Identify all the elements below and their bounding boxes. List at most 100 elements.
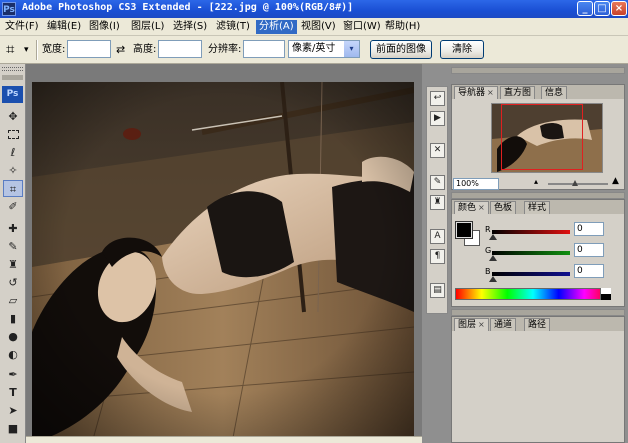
menu-layer[interactable]: 图层(L)	[128, 20, 167, 34]
menu-help[interactable]: 帮助(H)	[382, 20, 423, 34]
navigator-zoom-value: 100%	[456, 179, 479, 188]
blur-tool-icon[interactable]: ●	[3, 328, 23, 345]
dodge-tool-icon[interactable]: ◐	[3, 346, 23, 363]
character-panel-icon[interactable]: A	[430, 229, 445, 244]
green-slider-thumb[interactable]	[489, 255, 497, 261]
resolution-unit-select[interactable]: 像素/英寸 ▾	[288, 40, 360, 58]
history-panel-icon[interactable]: ↩	[430, 91, 445, 106]
clear-button[interactable]: 清除	[440, 40, 484, 59]
navigator-view-box[interactable]	[501, 104, 583, 170]
crop-icon[interactable]: ⌗	[6, 40, 14, 58]
brush-tool-icon[interactable]: ✎	[3, 238, 23, 255]
shape-tool-icon[interactable]: ■	[3, 420, 23, 437]
color-panel-header[interactable]	[451, 192, 625, 199]
color-spectrum-ramp[interactable]	[455, 288, 611, 300]
tab-histogram[interactable]: 直方图	[500, 86, 536, 99]
actions-panel-icon[interactable]: ▶	[430, 111, 445, 126]
paragraph-panel-icon[interactable]: ¶	[430, 249, 445, 264]
pen-tool-icon[interactable]: ✒	[3, 366, 23, 383]
height-label: 高度:	[133, 44, 157, 55]
red-channel-label: R	[485, 225, 491, 234]
status-bar	[26, 436, 422, 443]
tab-channels[interactable]: 通道	[490, 318, 517, 331]
eyedropper-tool-icon[interactable]: ✐	[3, 198, 23, 215]
tab-swatches[interactable]: 色板	[490, 201, 517, 214]
type-tool-icon[interactable]: T	[3, 384, 23, 401]
panel-grip[interactable]	[2, 67, 23, 71]
ramp-black-swatch[interactable]	[600, 294, 611, 300]
photoshop-logo[interactable]: Ps	[2, 86, 23, 103]
tab-color[interactable]: 颜色 ×	[454, 201, 489, 214]
document-window	[26, 64, 422, 443]
menu-image[interactable]: 图像(I)	[86, 20, 123, 34]
path-selection-tool-icon[interactable]: ➤	[3, 402, 23, 419]
menu-bar: 文件(F) 编辑(E) 图像(I) 图层(L) 选择(S) 滤镜(T) 分析(A…	[0, 18, 628, 36]
foreground-color-swatch[interactable]	[455, 221, 473, 239]
minimize-button[interactable]: _	[577, 1, 593, 16]
panel-dock-header[interactable]	[451, 67, 625, 74]
tool-preset-dropdown[interactable]: ▾	[24, 42, 29, 58]
zoom-slider[interactable]	[548, 180, 608, 186]
eraser-tool-icon[interactable]: ▱	[3, 292, 23, 309]
red-slider-thumb[interactable]	[489, 234, 497, 240]
tools-header-bar[interactable]	[2, 75, 23, 80]
tab-navigator[interactable]: 导航器 ×	[454, 86, 498, 99]
tab-layers[interactable]: 图层 ×	[454, 318, 489, 331]
layers-tabs: 图层 × 通道 路径	[452, 317, 624, 331]
tab-layers-label: 图层	[458, 320, 477, 330]
tab-paths[interactable]: 路径	[524, 318, 551, 331]
swap-dimensions-icon[interactable]: ⇄	[116, 42, 125, 58]
close-button[interactable]: ×	[611, 1, 627, 16]
close-icon[interactable]: ×	[487, 88, 494, 97]
menu-analysis[interactable]: 分析(A)	[256, 20, 297, 34]
clone-source-icon[interactable]: ♜	[430, 195, 445, 210]
gradient-tool-icon[interactable]: ▮	[3, 310, 23, 327]
green-slider[interactable]	[492, 251, 570, 255]
zoom-out-icon[interactable]: ▴	[534, 177, 538, 186]
menu-file[interactable]: 文件(F)	[2, 20, 42, 34]
clone-stamp-tool-icon[interactable]: ♜	[3, 256, 23, 273]
image-canvas[interactable]	[32, 82, 414, 443]
menu-filter[interactable]: 滤镜(T)	[213, 20, 253, 34]
resolution-field[interactable]	[243, 40, 285, 58]
close-icon[interactable]: ×	[478, 320, 485, 329]
layers-panel-header[interactable]	[451, 309, 625, 316]
tab-info[interactable]: 信息	[541, 86, 568, 99]
navigator-thumbnail[interactable]	[491, 103, 603, 173]
zoom-in-icon[interactable]: ▲	[612, 176, 619, 186]
tools-panel: Ps ✥ ℓ ✧ ⌗ ✐ ✚ ✎ ♜ ↺ ▱ ▮ ● ◐ ✒ T ➤ ■	[0, 64, 26, 443]
menu-window[interactable]: 窗口(W)	[340, 20, 384, 34]
crop-tool-icon[interactable]: ⌗	[3, 180, 23, 197]
layer-comps-icon[interactable]: ▤	[430, 283, 445, 298]
brushes-panel-icon[interactable]: ✎	[430, 175, 445, 190]
blue-slider[interactable]	[492, 272, 570, 276]
healing-brush-tool-icon[interactable]: ✚	[3, 220, 23, 237]
red-value-field[interactable]: 0	[574, 222, 604, 236]
height-field[interactable]	[158, 40, 202, 58]
lasso-tool-icon[interactable]: ℓ	[3, 144, 23, 161]
navigator-zoom-field[interactable]: 100%	[453, 178, 499, 190]
photo-image	[32, 82, 414, 443]
marquee-tool-icon[interactable]	[3, 126, 23, 143]
history-brush-tool-icon[interactable]: ↺	[3, 274, 23, 291]
tab-styles[interactable]: 样式	[524, 201, 551, 214]
menu-edit[interactable]: 编辑(E)	[44, 20, 84, 34]
menu-view[interactable]: 视图(V)	[298, 20, 339, 34]
zoom-slider-thumb[interactable]	[572, 180, 578, 186]
close-icon[interactable]: ×	[478, 203, 485, 212]
move-tool-icon[interactable]: ✥	[3, 108, 23, 125]
red-slider[interactable]	[492, 230, 570, 234]
blue-slider-thumb[interactable]	[489, 276, 497, 282]
magic-wand-tool-icon[interactable]: ✧	[3, 162, 23, 179]
front-image-button[interactable]: 前面的图像	[370, 40, 432, 59]
green-value: 0	[577, 245, 583, 255]
menu-select[interactable]: 选择(S)	[170, 20, 210, 34]
maximize-button[interactable]: □	[594, 1, 610, 16]
blue-value-field[interactable]: 0	[574, 264, 604, 278]
tool-presets-icon[interactable]: ✕	[430, 143, 445, 158]
red-value: 0	[577, 224, 583, 234]
chevron-down-icon: ▾	[344, 41, 359, 57]
green-value-field[interactable]: 0	[574, 243, 604, 257]
photoshop-app-icon[interactable]: Ps	[2, 2, 16, 16]
width-field[interactable]	[67, 40, 111, 58]
